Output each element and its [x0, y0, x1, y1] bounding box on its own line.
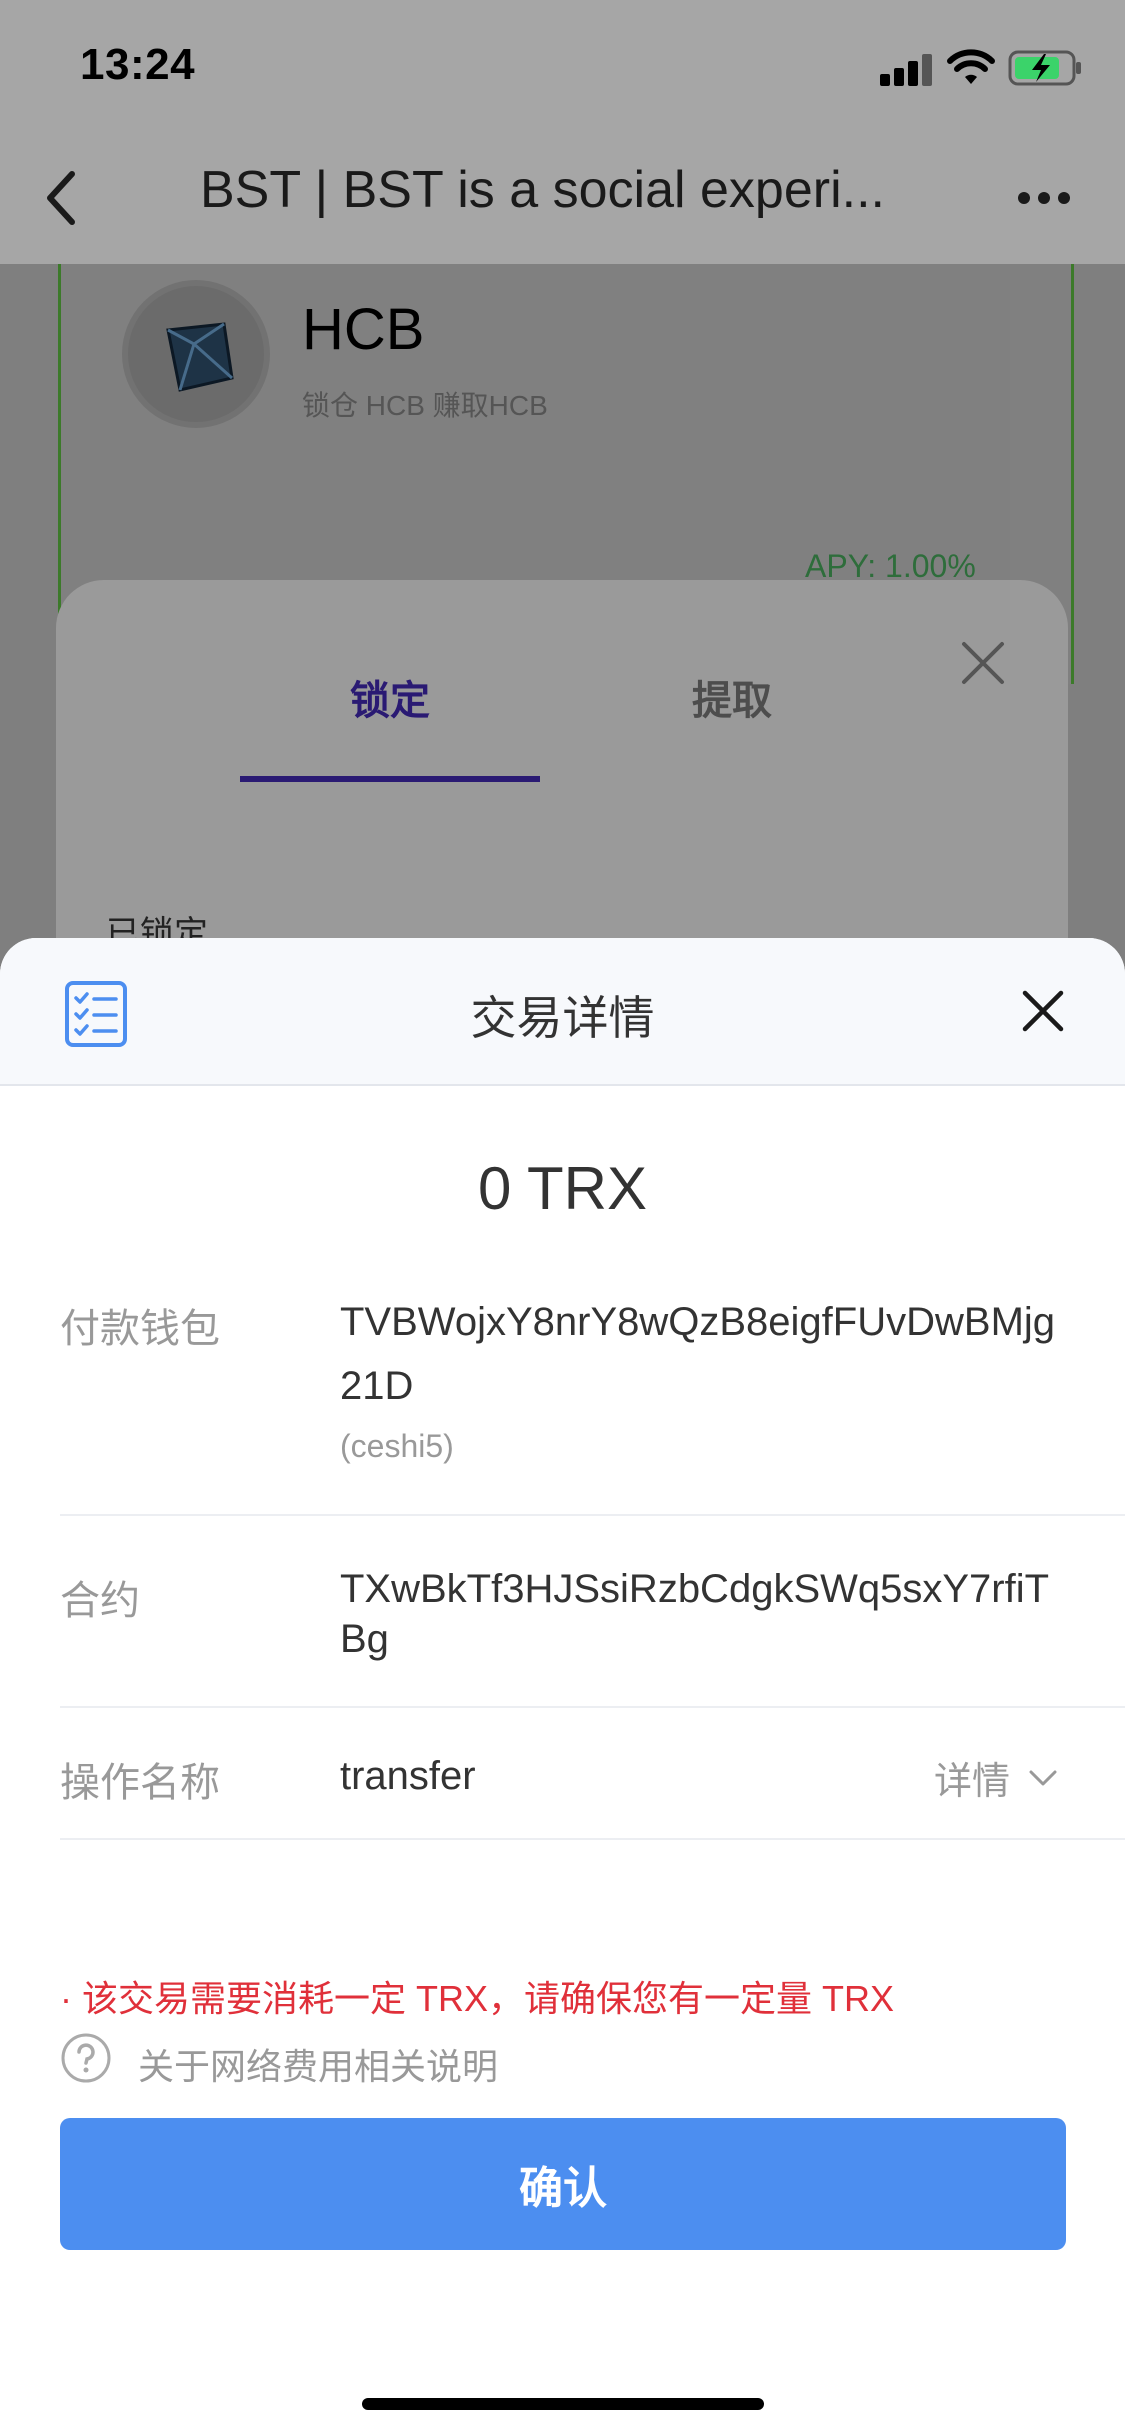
operation-value: transfer	[340, 1754, 476, 1798]
home-indicator	[362, 2398, 764, 2410]
more-icon[interactable]	[1016, 190, 1072, 206]
back-icon[interactable]	[40, 168, 84, 228]
details-toggle[interactable]: 详情	[934, 1750, 1058, 1805]
transaction-amount: 0 TRX	[478, 1155, 647, 1222]
coin-subtitle: 锁仓 HCB 赚取HCB	[302, 390, 548, 421]
network-fee-help-link[interactable]: 关于网络费用相关说明	[138, 2038, 498, 2090]
tab-lock[interactable]: 锁定	[350, 668, 430, 726]
coin-logo	[122, 280, 270, 428]
status-time: 13:24	[80, 40, 196, 89]
divider	[60, 1838, 1125, 1840]
signal-icon	[880, 52, 932, 86]
contract-label: 合约	[60, 1579, 140, 1623]
close-icon[interactable]	[1022, 990, 1064, 1032]
coin-name: HCB	[302, 297, 425, 362]
close-icon[interactable]	[960, 640, 1006, 686]
wallet-name: (ceshi5)	[340, 1428, 454, 1464]
page-title: BST | BST is a social experi...	[200, 161, 885, 219]
transaction-sheet: 交易详情 0 TRX 付款钱包 TVBWojxY8nrY8wQzB8eigfFU…	[0, 938, 1125, 2436]
details-label: 详情	[934, 1761, 1011, 1803]
tab-withdraw[interactable]: 提取	[692, 668, 772, 726]
confirm-button[interactable]: 确认	[60, 2118, 1066, 2250]
chevron-down-icon	[1029, 1770, 1057, 1785]
wifi-icon	[947, 49, 995, 84]
contract-address: TXwBkTf3HJSsiRzbCdgkSWq5sxY7rfiTBg	[340, 1567, 1050, 1661]
payment-wallet-label: 付款钱包	[60, 1307, 220, 1351]
divider	[60, 1706, 1125, 1708]
divider	[60, 1514, 1125, 1516]
fee-warning: · 该交易需要消耗一定 TRX，请确保您有一定量 TRX	[60, 1978, 894, 2019]
tab-active-indicator	[240, 776, 540, 782]
help-icon[interactable]	[60, 2032, 112, 2084]
operation-label: 操作名称	[60, 1761, 220, 1805]
sheet-title: 交易详情	[470, 992, 655, 1044]
battery-icon	[1008, 50, 1081, 86]
payment-wallet-address: TVBWojxY8nrY8wQzB8eigfFUvDwBMjg21D	[340, 1300, 1056, 1408]
status-bar: 13:24	[0, 0, 1125, 132]
